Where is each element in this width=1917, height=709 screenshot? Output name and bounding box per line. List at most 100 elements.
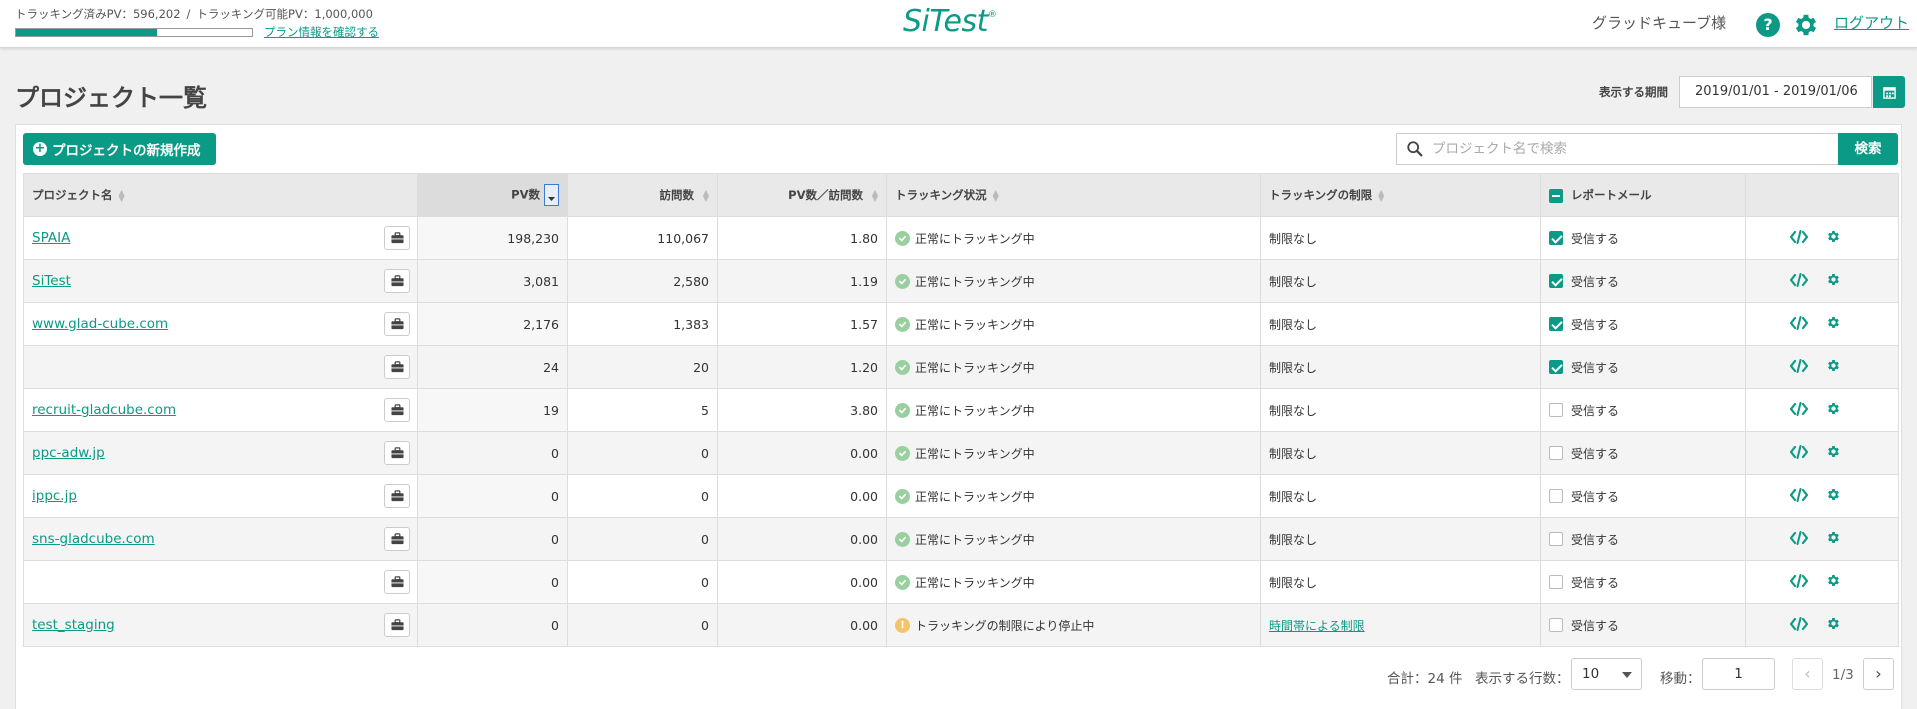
sort-icon[interactable]: ▲ ▼ — [700, 188, 709, 202]
project-search-box — [1396, 133, 1853, 165]
gear-icon[interactable] — [1826, 530, 1841, 548]
report-mail-cell: 受信する — [1540, 345, 1746, 389]
pv-count: 0 — [417, 431, 568, 475]
tracking-limit-text: 制限なし — [1269, 489, 1318, 504]
pv-count: 0 — [417, 603, 568, 647]
sort-icon[interactable]: ▲ ▼ — [119, 188, 128, 202]
tracking-status-text: 正常にトラッキング中 — [915, 360, 1035, 375]
briefcase-icon[interactable] — [384, 226, 410, 250]
report-mail-checkbox[interactable] — [1549, 532, 1563, 546]
report-mail-checkbox[interactable] — [1549, 446, 1563, 460]
project-name-link[interactable]: recruit-gladcube.com — [32, 402, 176, 418]
tracking-limit-cell: 制限なし — [1260, 431, 1541, 475]
report-mail-checkbox[interactable] — [1549, 618, 1563, 632]
report-mail-checkbox[interactable] — [1549, 403, 1563, 417]
pv-per-visit: 1.19 — [717, 259, 887, 303]
sort-desc-active-icon[interactable] — [544, 184, 559, 206]
code-icon[interactable] — [1789, 315, 1809, 333]
gear-icon[interactable] — [1792, 11, 1820, 39]
code-icon[interactable] — [1789, 530, 1809, 548]
project-search-input[interactable] — [1432, 141, 1832, 157]
new-project-label: プロジェクトの新規作成 — [52, 143, 201, 159]
gear-icon[interactable] — [1826, 272, 1841, 290]
period-date-range-input[interactable]: 2019/01/01 - 2019/01/06 — [1679, 76, 1872, 108]
rows-per-page-select[interactable]: 10 — [1571, 658, 1642, 690]
check-circle-icon — [895, 574, 910, 590]
code-icon[interactable] — [1789, 229, 1809, 247]
gear-icon[interactable] — [1826, 401, 1841, 419]
visit-count: 0 — [567, 560, 718, 604]
gear-icon[interactable] — [1826, 573, 1841, 591]
column-header-tracking-limit[interactable]: トラッキングの制限 ▲ ▼ — [1260, 173, 1541, 217]
new-project-button[interactable]: + プロジェクトの新規作成 — [23, 133, 216, 165]
report-mail-checkbox[interactable] — [1549, 274, 1563, 288]
code-icon[interactable] — [1789, 272, 1809, 290]
table-row: SiTest 3,081 2,580 1.19 正常にトラッキング中 制限なし 受信する — [23, 259, 1899, 303]
briefcase-icon[interactable] — [384, 355, 410, 379]
sitest-logo[interactable]: SiTest® — [903, 4, 997, 39]
gear-icon[interactable] — [1826, 616, 1841, 634]
briefcase-icon[interactable] — [384, 570, 410, 594]
code-icon[interactable] — [1789, 401, 1809, 419]
tracked-pv-value: 596,202 — [132, 7, 181, 21]
report-mail-select-all-checkbox[interactable] — [1549, 188, 1563, 203]
gear-icon[interactable] — [1826, 358, 1841, 376]
code-icon[interactable] — [1789, 358, 1809, 376]
tracking-limit-cell: 制限なし — [1260, 474, 1541, 518]
report-mail-label: 受信する — [1571, 618, 1620, 633]
project-name-link[interactable]: SiTest — [32, 273, 71, 289]
briefcase-icon[interactable] — [384, 484, 410, 508]
pv-per-visit: 3.80 — [717, 388, 887, 432]
column-header-visits[interactable]: 訪問数 ▲ ▼ — [567, 173, 718, 217]
column-header-tracking-status[interactable]: トラッキング状況 ▲ ▼ — [886, 173, 1261, 217]
pv-per-visit: 0.00 — [717, 517, 887, 561]
table-row: ppc-adw.jp 0 0 0.00 正常にトラッキング中 制限なし 受信する — [23, 431, 1899, 475]
row-actions-cell — [1745, 216, 1899, 260]
code-icon[interactable] — [1789, 616, 1809, 634]
report-mail-checkbox[interactable] — [1549, 575, 1563, 589]
report-mail-checkbox[interactable] — [1549, 317, 1563, 331]
project-name-link[interactable]: www.glad-cube.com — [32, 316, 168, 332]
gear-icon[interactable] — [1826, 487, 1841, 505]
column-header-pv-per-visit[interactable]: PV数／訪問数 ▲ ▼ — [717, 173, 887, 217]
briefcase-icon[interactable] — [384, 312, 410, 336]
calendar-button[interactable] — [1873, 76, 1905, 108]
prev-page-button[interactable]: ‹ — [1792, 658, 1823, 690]
column-header-project-name[interactable]: プロジェクト名 ▲ ▼ — [23, 173, 418, 217]
project-name-link[interactable]: test_staging — [32, 617, 115, 633]
search-button[interactable]: 検索 — [1838, 133, 1898, 165]
briefcase-icon[interactable] — [384, 441, 410, 465]
pv-count: 2,176 — [417, 302, 568, 346]
page-jump-input[interactable]: 1 — [1702, 658, 1775, 690]
report-mail-checkbox[interactable] — [1549, 489, 1563, 503]
project-table: プロジェクト名 ▲ ▼ PV数 訪問数 ▲ ▼ PV数／訪問数 ▲ ▼ トラッキング状況 ▲ ▼… — [23, 173, 1899, 647]
code-icon[interactable] — [1789, 573, 1809, 591]
report-mail-checkbox[interactable] — [1549, 231, 1563, 245]
column-header-pv[interactable]: PV数 — [417, 173, 568, 217]
gear-icon[interactable] — [1826, 315, 1841, 333]
briefcase-icon[interactable] — [384, 398, 410, 422]
project-name-cell: test_staging — [23, 603, 418, 647]
briefcase-icon[interactable] — [384, 613, 410, 637]
project-name-link[interactable]: ippc.jp — [32, 488, 77, 504]
visit-count: 0 — [567, 603, 718, 647]
briefcase-icon[interactable] — [384, 269, 410, 293]
next-page-button[interactable]: › — [1863, 658, 1894, 690]
help-icon[interactable]: ? — [1756, 13, 1780, 37]
code-icon[interactable] — [1789, 487, 1809, 505]
tracking-limit-link[interactable]: 時間帯による制限 — [1269, 619, 1365, 633]
gear-icon[interactable] — [1826, 229, 1841, 247]
code-icon[interactable] — [1789, 444, 1809, 462]
sort-icon[interactable]: ▲ ▼ — [993, 188, 1002, 202]
logout-link[interactable]: ログアウト — [1834, 12, 1909, 33]
report-mail-cell: 受信する — [1540, 216, 1746, 260]
project-name-link[interactable]: ppc-adw.jp — [32, 445, 105, 461]
report-mail-checkbox[interactable] — [1549, 360, 1563, 374]
plan-info-link[interactable]: プラン情報を確認する — [264, 24, 379, 40]
project-name-link[interactable]: SPAIA — [32, 230, 70, 246]
project-name-link[interactable]: sns-gladcube.com — [32, 531, 155, 547]
briefcase-icon[interactable] — [384, 527, 410, 551]
gear-icon[interactable] — [1826, 444, 1841, 462]
sort-icon[interactable]: ▲ ▼ — [869, 188, 878, 202]
sort-icon[interactable]: ▲ ▼ — [1378, 188, 1387, 202]
